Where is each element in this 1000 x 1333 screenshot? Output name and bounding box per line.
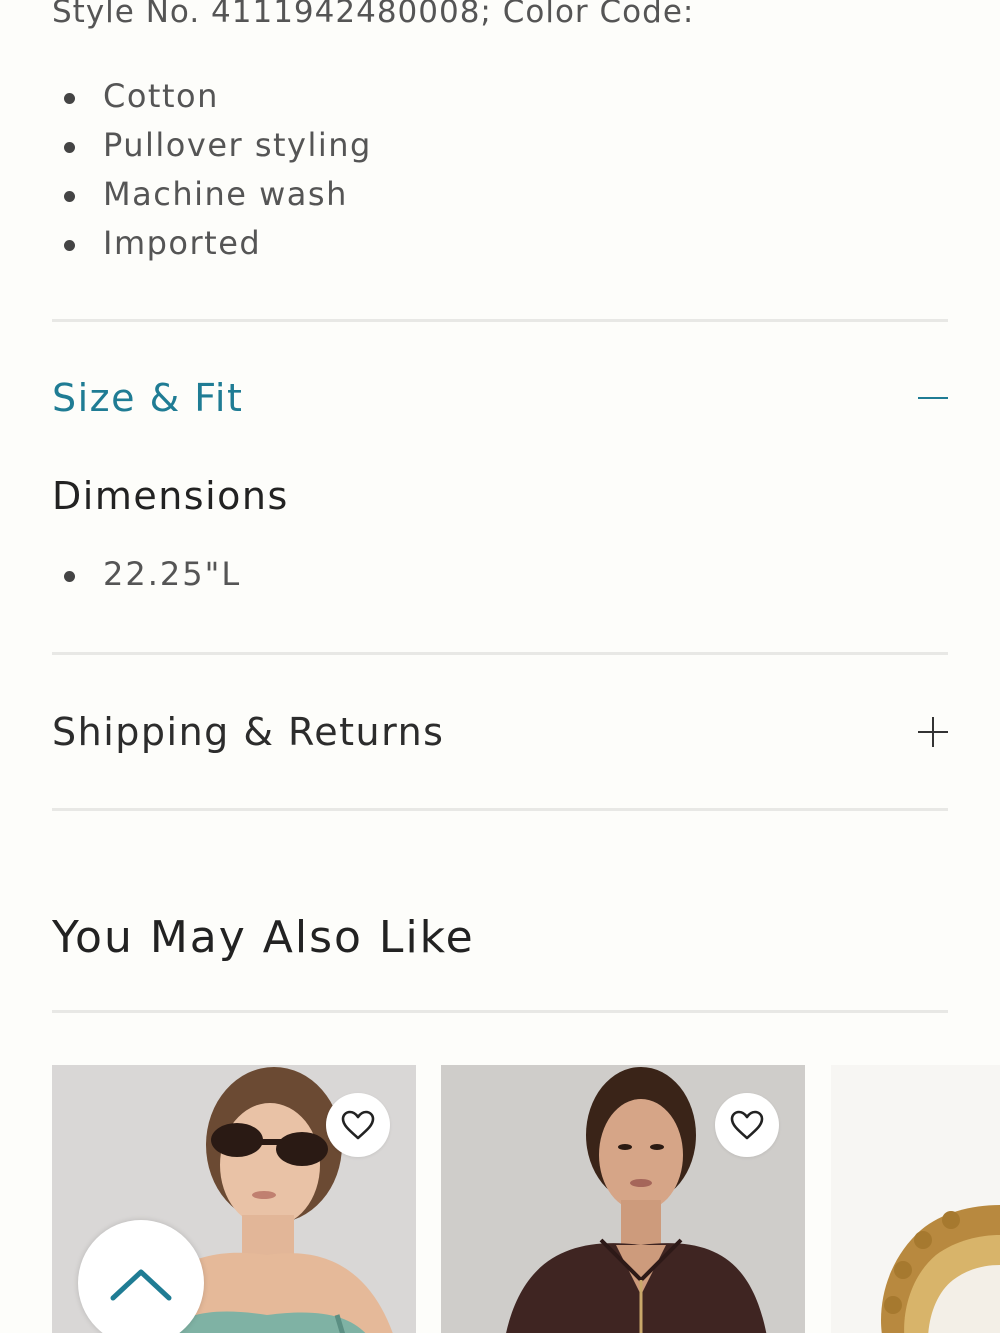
- dimensions-heading: Dimensions: [52, 474, 289, 518]
- feature-item: Machine wash: [52, 170, 372, 219]
- product-card[interactable]: [831, 1065, 1000, 1333]
- dimensions-list: 22.25"L: [52, 550, 241, 599]
- favorite-button[interactable]: [715, 1093, 779, 1157]
- favorite-button[interactable]: [326, 1093, 390, 1157]
- product-page: Style No. 4111942480008; Color Code: Cot…: [0, 0, 1000, 1333]
- shipping-returns-accordion-header[interactable]: Shipping & Returns: [52, 697, 948, 767]
- chevron-up-icon: [110, 1269, 172, 1301]
- heart-icon: [730, 1110, 764, 1140]
- feature-item: Imported: [52, 219, 372, 268]
- style-number: Style No. 4111942480008; Color Code:: [52, 0, 695, 30]
- heart-icon: [341, 1110, 375, 1140]
- size-fit-accordion-header[interactable]: Size & Fit: [52, 363, 948, 433]
- shipping-returns-title: Shipping & Returns: [52, 710, 445, 754]
- plus-icon[interactable]: [918, 717, 948, 747]
- divider: [52, 319, 948, 322]
- feature-item: Pullover styling: [52, 121, 372, 170]
- feature-item: Cotton: [52, 72, 372, 121]
- product-card[interactable]: [441, 1065, 805, 1333]
- divider: [52, 1010, 948, 1013]
- product-image[interactable]: [831, 1065, 1000, 1333]
- recommendations-heading: You May Also Like: [52, 912, 475, 963]
- divider: [52, 652, 948, 655]
- minus-icon[interactable]: [918, 383, 948, 413]
- feature-list: Cotton Pullover styling Machine wash Imp…: [52, 72, 372, 268]
- size-fit-title: Size & Fit: [52, 376, 244, 420]
- divider: [52, 808, 948, 811]
- dimension-item: 22.25"L: [52, 550, 241, 599]
